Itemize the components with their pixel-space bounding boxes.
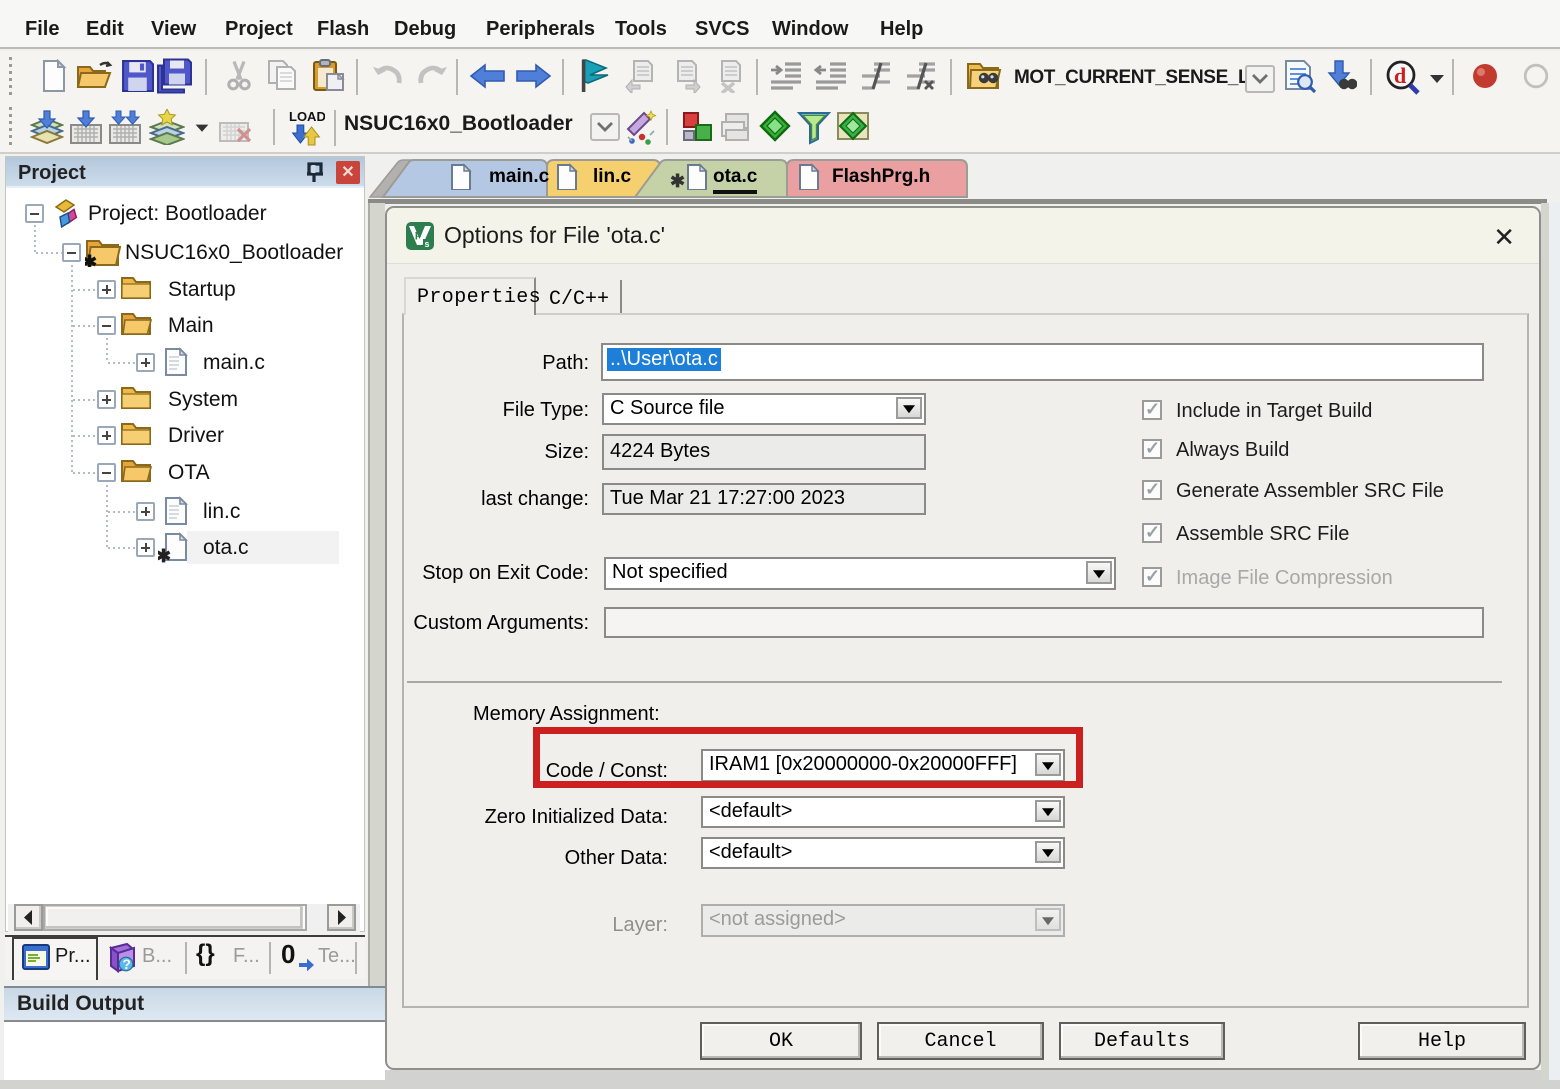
svg-text:?: ? <box>122 956 131 972</box>
svg-text:d: d <box>1394 63 1406 88</box>
svg-text:μ: μ <box>415 228 422 240</box>
svg-text:s: s <box>425 239 430 249</box>
svg-text:✱: ✱ <box>85 252 97 267</box>
svg-text:✱: ✱ <box>158 546 171 564</box>
svg-text:LOAD: LOAD <box>289 109 325 124</box>
